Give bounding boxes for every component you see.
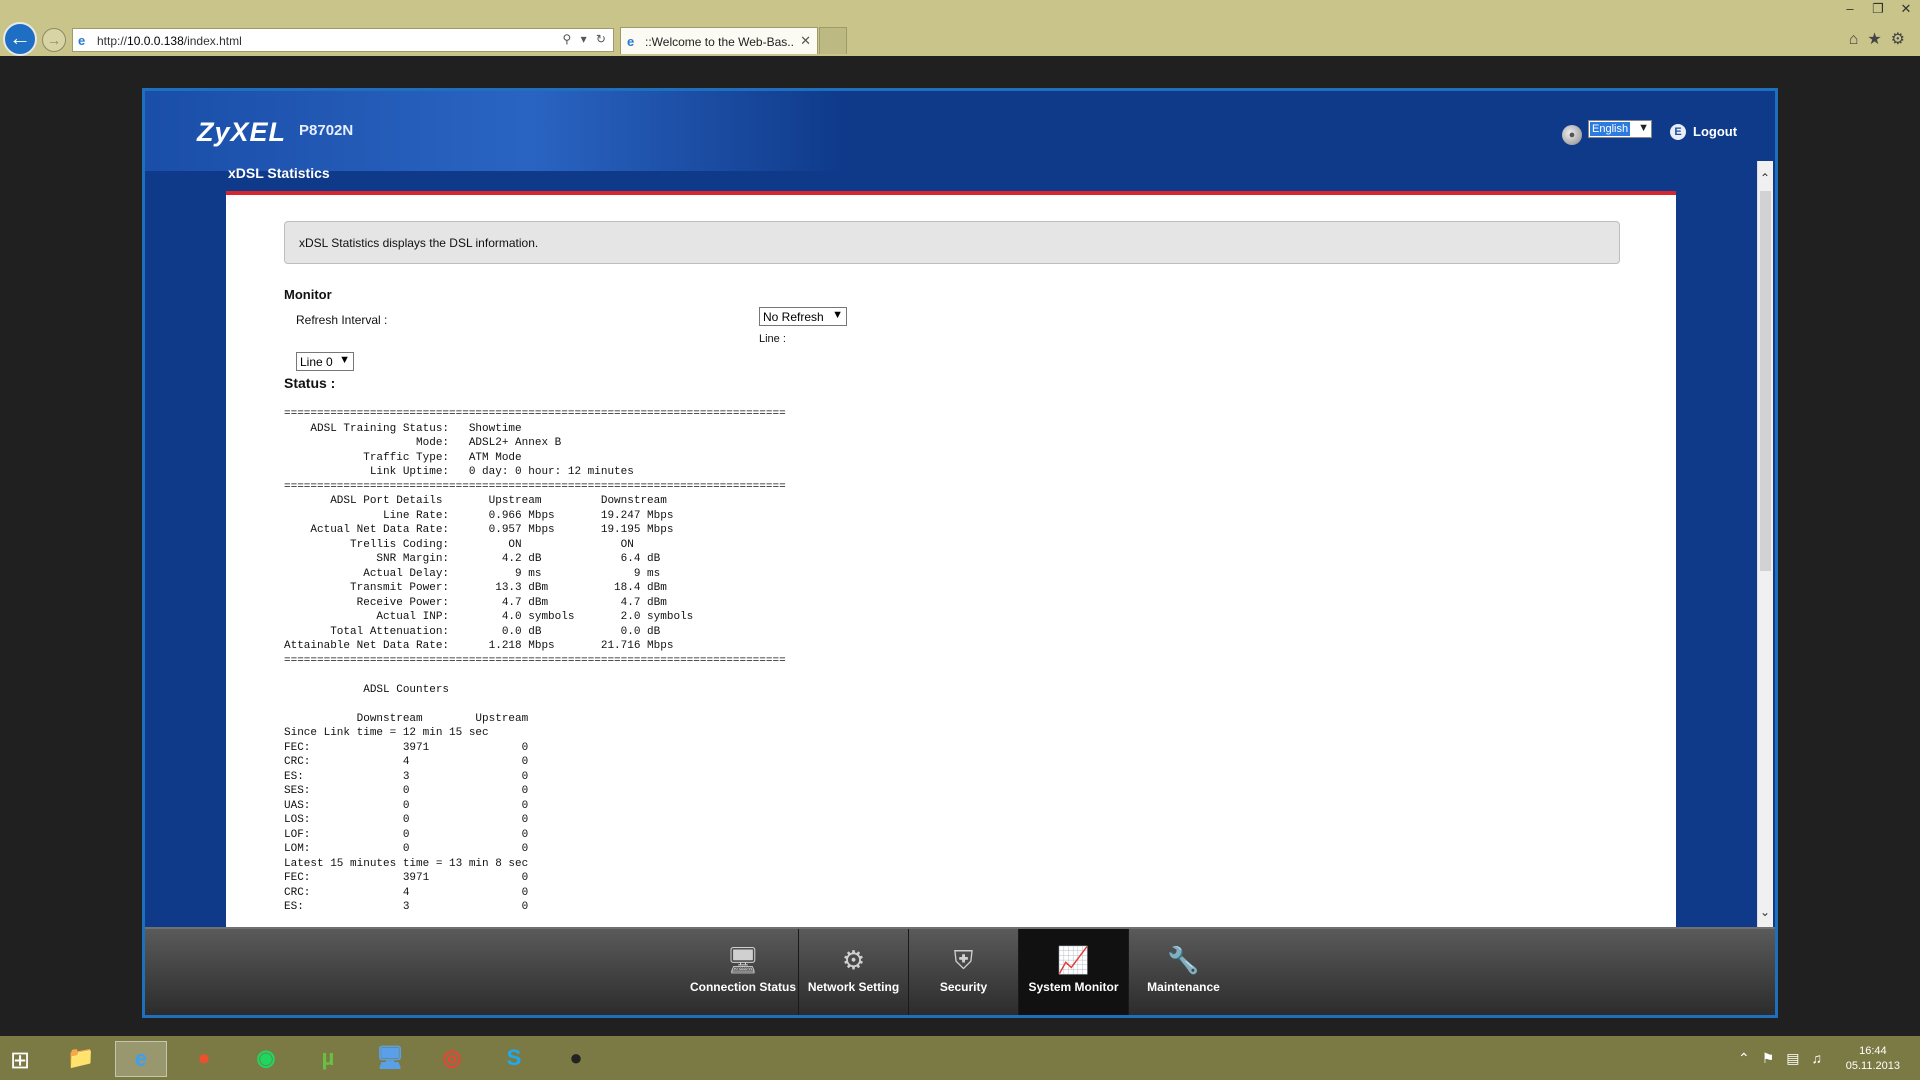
browser-chrome: ← → e http://10.0.0.138/index.html ⚲ ▾ ↻… [0, 0, 1920, 56]
scroll-down-icon[interactable]: ⌄ [1760, 905, 1770, 919]
nav-label: Security [939, 980, 988, 994]
network-icon[interactable]: ▤ [1786, 1050, 1811, 1066]
page-title: xDSL Statistics [228, 165, 330, 181]
router-model: P8702N [299, 122, 354, 139]
line-value: Line 0 [300, 355, 333, 369]
monitor-icon: 🖥 [726, 945, 760, 975]
refresh-interval-select[interactable]: No Refresh ▼ [759, 307, 847, 326]
scrollbar-thumb[interactable] [1760, 191, 1771, 571]
forward-button[interactable]: → [42, 28, 66, 52]
clock-time: 16:44 [1859, 1045, 1887, 1057]
spotify-icon[interactable]: ◉ [240, 1041, 292, 1077]
system-tray[interactable]: ⌃⚑▤♫ [1738, 1050, 1834, 1067]
utorrent-icon[interactable]: µ [302, 1041, 354, 1077]
bottom-nav: 🖥 Connection Status ⚙ Network Setting ⛨ … [145, 927, 1775, 1015]
line-select[interactable]: Line 0 ▼ [296, 352, 354, 371]
address-bar[interactable]: e http://10.0.0.138/index.html ⚲ ▾ ↻ [72, 28, 614, 52]
info-box: xDSL Statistics displays the DSL informa… [284, 221, 1620, 264]
address-tools-icon[interactable]: ⚲ ▾ ↻ [562, 32, 609, 46]
favorites-star-icon[interactable]: ★ [1867, 31, 1890, 48]
minimize-button[interactable]: – [1836, 0, 1864, 18]
refresh-interval-label: Refresh Interval : [296, 313, 388, 327]
clock-date: 05.11.2013 [1845, 1060, 1900, 1072]
tab-close-icon[interactable]: ✕ [800, 33, 811, 49]
globe-icon: ● [1562, 125, 1582, 145]
scroll-up-icon[interactable]: ⌃ [1760, 171, 1770, 185]
line-label: Line : [759, 333, 786, 345]
nav-maintenance[interactable]: 🔧 Maintenance [1128, 929, 1238, 1015]
chrome-icon[interactable]: ◎ [426, 1041, 478, 1077]
gear-icon: ⚙ [841, 945, 866, 975]
close-window-button[interactable]: ✕ [1892, 0, 1920, 18]
windows-taskbar: ⊞ 📁 e ● ◉ µ 🖥 ◎ S ● ⌃⚑▤♫ 16:44 05.11.201… [0, 1036, 1920, 1080]
ie-favicon-icon: e [78, 33, 86, 48]
chevron-down-icon: ▼ [1638, 122, 1649, 134]
taskbar-clock[interactable]: 16:44 05.11.2013 [1846, 1044, 1900, 1074]
file-explorer-icon[interactable]: 📁 [55, 1041, 107, 1077]
router-ui-frame: ZyXEL P8702N xDSL Statistics ● English ▼… [142, 88, 1778, 1018]
restore-button[interactable]: ❐ [1864, 0, 1892, 18]
nav-label: System Monitor [1028, 980, 1119, 994]
nav-system-monitor[interactable]: 📈 System Monitor [1018, 929, 1128, 1015]
refresh-interval-value: No Refresh [763, 310, 824, 324]
browser-tab[interactable]: e ::Welcome to the Web-Bas... ✕ [620, 27, 818, 54]
nav-label: Network Setting [807, 980, 900, 994]
dsl-status-output: ========================================… [284, 408, 786, 913]
nav-connection-status[interactable]: 🖥 Connection Status [688, 929, 798, 1015]
logout-link[interactable]: Logout [1693, 124, 1737, 139]
tray-chevron-icon[interactable]: ⌃ [1738, 1050, 1762, 1066]
window-controls: – ❐ ✕ [1836, 0, 1920, 20]
chevron-down-icon: ▼ [339, 354, 350, 366]
browser-toolbar-icons: ⌂★⚙ [1849, 29, 1914, 49]
nav-label: Connection Status [689, 980, 796, 994]
network-app-icon[interactable]: 🖥 [364, 1041, 416, 1077]
flag-icon[interactable]: ⚑ [1762, 1050, 1787, 1066]
volume-icon[interactable]: ♫ [1812, 1050, 1835, 1066]
language-select[interactable]: English ▼ [1588, 120, 1652, 138]
origin-icon[interactable]: ● [178, 1041, 230, 1077]
language-value: English [1590, 122, 1631, 136]
nav-security[interactable]: ⛨ Security [908, 929, 1018, 1015]
tab-title: ::Welcome to the Web-Bas... [645, 35, 795, 49]
internet-explorer-icon[interactable]: e [115, 1041, 167, 1077]
logout-icon[interactable]: E [1670, 124, 1686, 140]
status-heading: Status : [284, 375, 336, 391]
nav-network-setting[interactable]: ⚙ Network Setting [798, 929, 908, 1015]
address-url[interactable]: http://10.0.0.138/index.html [97, 34, 242, 48]
tools-icon: 🔧 [1167, 945, 1200, 975]
monitor-heading: Monitor [284, 287, 332, 302]
windows-start-icon[interactable]: ⊞ [10, 1046, 30, 1075]
settings-gear-icon[interactable]: ⚙ [1891, 31, 1914, 48]
shield-icon: ⛨ [953, 945, 974, 975]
new-tab-button[interactable] [819, 27, 847, 54]
zyxel-logo: ZyXEL [197, 117, 287, 147]
browser-viewport: ZyXEL P8702N xDSL Statistics ● English ▼… [0, 56, 1920, 1036]
tab-favicon-icon: e [627, 34, 635, 49]
back-button[interactable]: ← [3, 22, 37, 56]
app-icon[interactable]: ● [550, 1041, 602, 1077]
content-panel: xDSL Statistics displays the DSL informa… [226, 191, 1676, 927]
chart-icon: 📈 [1057, 945, 1090, 975]
page-scrollbar[interactable]: ⌃ ⌄ [1757, 161, 1773, 927]
home-icon[interactable]: ⌂ [1849, 31, 1868, 48]
chevron-down-icon: ▼ [832, 309, 843, 321]
skype-icon[interactable]: S [488, 1041, 540, 1077]
nav-label: Maintenance [1147, 980, 1220, 994]
